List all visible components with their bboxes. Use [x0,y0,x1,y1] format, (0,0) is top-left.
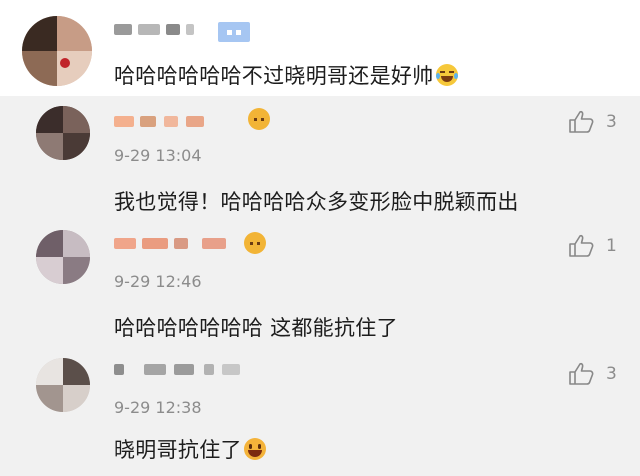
reply-avatar[interactable] [36,358,90,412]
reply-username[interactable] [114,234,244,254]
like-button[interactable]: 3 [568,110,617,134]
reply-avatar[interactable] [36,106,90,160]
badge-emoji-icon [244,232,266,254]
grinning-emoji-icon [243,438,266,460]
reply-username[interactable] [114,360,244,380]
reply-timestamp: 9-29 13:04 [114,146,202,165]
reply-avatar[interactable] [36,230,90,284]
reply-username[interactable] [114,112,234,132]
reply-text: 哈哈哈哈哈哈哈 这都能抗住了 [114,316,398,340]
comment-thread: 哈哈哈哈哈哈不过晓明哥还是好帅 9-29 13:04 3 我也觉得！哈哈哈哈众多… [0,0,640,476]
comment-text: 哈哈哈哈哈哈不过晓明哥还是好帅 [114,60,458,90]
reply-list: 9-29 13:04 3 我也觉得！哈哈哈哈众多变形脸中脱颖而出 9-29 12… [0,96,640,476]
thumbs-up-icon [568,234,594,258]
like-count: 3 [606,112,617,132]
user-avatar[interactable] [22,16,92,86]
laughing-tears-emoji-icon [435,64,458,86]
reply-text: 我也觉得！哈哈哈哈众多变形脸中脱颖而出 [114,190,519,214]
user-badge-icon [218,22,250,42]
like-count: 1 [606,236,617,256]
like-button[interactable]: 1 [568,234,617,258]
top-comment: 哈哈哈哈哈哈不过晓明哥还是好帅 [0,0,640,96]
thumbs-up-icon [568,362,594,386]
thumbs-up-icon [568,110,594,134]
like-count: 3 [606,364,617,384]
like-button[interactable]: 3 [568,362,617,386]
username[interactable] [114,20,214,40]
badge-emoji-icon [248,108,270,130]
reply-timestamp: 9-29 12:46 [114,272,202,291]
reply-timestamp: 9-29 12:38 [114,398,202,417]
reply-text: 晓明哥抗住了 [114,434,266,464]
